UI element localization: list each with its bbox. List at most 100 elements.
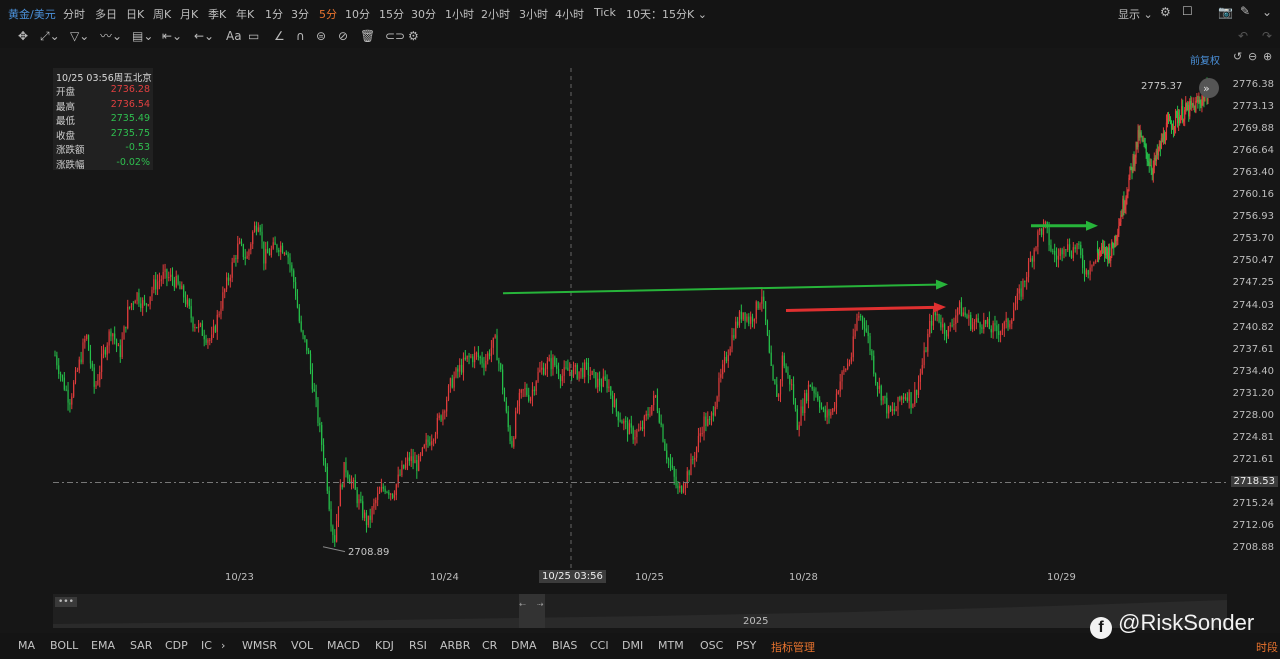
info-datetime-row: 10/25 03:56周五北京 <box>56 70 152 84</box>
candle-body <box>365 512 368 525</box>
indicator-macd[interactable]: MACD <box>327 639 360 652</box>
timeframe-12[interactable]: 30分 <box>411 6 436 22</box>
timeframe-4[interactable]: 月K <box>180 6 198 22</box>
candle-body <box>598 378 601 386</box>
candle-body <box>1044 221 1046 225</box>
indicator-dmi[interactable]: DMI <box>622 639 643 652</box>
candle-body <box>981 327 983 329</box>
indicator-cr[interactable]: CR <box>482 639 497 652</box>
undo-icon[interactable]: ↶ <box>1238 29 1248 43</box>
timeframe-13[interactable]: 1小时 <box>445 6 474 22</box>
navigator-handle[interactable]: ••• <box>55 597 77 607</box>
indicator-mtm[interactable]: MTM <box>658 639 684 652</box>
magnet-icon[interactable]: ∩ <box>296 29 305 43</box>
brush-icon[interactable]: ∠ <box>274 29 285 43</box>
arrow-tool-icon[interactable]: ←⌄ <box>194 29 214 43</box>
candle-body <box>880 385 882 401</box>
candle-body <box>979 322 981 328</box>
candle-body <box>114 333 116 340</box>
indicator-vol[interactable]: VOL <box>291 639 313 652</box>
indicator-bias[interactable]: BIAS <box>552 639 577 652</box>
candle-body <box>1165 122 1168 140</box>
indicator-ma[interactable]: MA <box>18 639 35 652</box>
price-axis[interactable]: 2776.38 2773.13 2769.88 2766.64 2763.40 2760.… <box>1228 60 1280 570</box>
line-tool-icon[interactable]: ⤢⌄ <box>40 29 60 43</box>
timeframe-11[interactable]: 15分 <box>379 6 404 22</box>
text-tool-icon[interactable]: Aa <box>226 29 242 43</box>
chevron-down-icon[interactable]: ⌄ <box>1262 5 1272 19</box>
timeframe-7[interactable]: 1分 <box>265 6 283 22</box>
comment-icon[interactable]: ▭ <box>248 29 259 43</box>
indicator-boll[interactable]: BOLL <box>50 639 78 652</box>
chevron-right-icon[interactable]: › <box>221 639 225 652</box>
indicator-manage-button[interactable]: 指标管理 <box>771 639 815 655</box>
indicator-wmsr[interactable]: WMSR <box>242 639 277 652</box>
move-icon[interactable]: ✥ <box>18 29 28 43</box>
wave-tool-icon[interactable]: 〰⌄ <box>100 29 122 43</box>
timeframe-1[interactable]: 多日 <box>95 6 117 22</box>
timeframe-14[interactable]: 2小时 <box>481 6 510 22</box>
range-select[interactable]: 10天：15分K ⌄ <box>626 6 707 22</box>
timeframe-15[interactable]: 3小时 <box>519 6 548 22</box>
fuquan-toggle[interactable]: 前复权 <box>1190 52 1220 67</box>
lock-icon[interactable]: ⊜ <box>316 29 326 43</box>
checkbox-icon[interactable]: ☐ <box>1182 4 1193 18</box>
time-period-button[interactable]: 时段 <box>1256 639 1278 655</box>
trend-arrow[interactable] <box>785 302 946 313</box>
gear-icon[interactable]: ⚙ <box>408 29 419 43</box>
candle-body <box>1065 249 1067 251</box>
indicator-ema[interactable]: EMA <box>91 639 115 652</box>
indicator-kdj[interactable]: KDJ <box>375 639 394 652</box>
indicator-ic[interactable]: IC <box>201 639 212 652</box>
scroll-latest-button[interactable]: » <box>1199 78 1219 98</box>
price-chart[interactable]: 2775.37 2708.89 » <box>53 68 1227 570</box>
timeframe-2[interactable]: 日K <box>126 6 144 22</box>
navigator-drag-right-icon[interactable]: ⇢ <box>537 600 544 609</box>
candle-body <box>371 507 373 520</box>
pencil-icon[interactable]: ✎ <box>1240 4 1250 18</box>
candle-body <box>369 515 371 520</box>
candle-body <box>1143 140 1145 144</box>
hide-icon[interactable]: ⊘ <box>338 29 348 43</box>
candle-body <box>380 486 382 492</box>
display-menu[interactable]: 显示 ⌄ <box>1118 6 1153 22</box>
time-navigator[interactable]: ••• ⇠ ⇢ 2025 <box>53 594 1227 628</box>
candle-body <box>1089 267 1091 275</box>
candle-body <box>832 408 834 413</box>
trash-icon[interactable]: 🗑 <box>360 29 375 43</box>
symbol-selector[interactable]: 黄金/美元 <box>8 6 56 22</box>
candle-body <box>889 406 892 411</box>
channel-tool-icon[interactable]: ▽⌄ <box>70 29 89 43</box>
indicator-cdp[interactable]: CDP <box>165 639 188 652</box>
measure-tool-icon[interactable]: ⇤⌄ <box>162 29 182 43</box>
candle-body <box>123 326 125 340</box>
timeframe-17[interactable]: Tick <box>594 6 616 19</box>
trend-arrow[interactable] <box>502 279 948 295</box>
navigator-drag-left-icon[interactable]: ⇠ <box>519 600 526 609</box>
candle-body <box>158 280 161 282</box>
indicator-arbr[interactable]: ARBR <box>440 639 470 652</box>
timeframe-5[interactable]: 季K <box>208 6 226 22</box>
indicator-psy[interactable]: PSY <box>736 639 756 652</box>
candle-body <box>904 397 907 399</box>
candle-body <box>468 355 470 358</box>
timeframe-6[interactable]: 年K <box>236 6 254 22</box>
indicator-cci[interactable]: CCI <box>590 639 609 652</box>
timeframe-8[interactable]: 3分 <box>291 6 309 22</box>
timeframe-3[interactable]: 周K <box>153 6 171 22</box>
indicator-dma[interactable]: DMA <box>511 639 537 652</box>
settings-icon[interactable]: ⚙ <box>1160 5 1171 19</box>
redo-icon[interactable]: ↷ <box>1262 29 1272 43</box>
timeframe-16[interactable]: 4小时 <box>555 6 584 22</box>
camera-icon[interactable]: 📷 <box>1218 5 1233 19</box>
candle-body <box>744 312 746 321</box>
timeframe-0[interactable]: 分时 <box>63 6 85 22</box>
candle-body <box>1083 267 1086 275</box>
indicator-sar[interactable]: SAR <box>130 639 152 652</box>
link-icon[interactable]: ⊂⊃ <box>385 29 405 43</box>
fib-tool-icon[interactable]: ▤⌄ <box>132 29 153 43</box>
indicator-rsi[interactable]: RSI <box>409 639 427 652</box>
indicator-osc[interactable]: OSC <box>700 639 723 652</box>
timeframe-10[interactable]: 10分 <box>345 6 370 22</box>
timeframe-9[interactable]: 5分 <box>319 6 337 22</box>
